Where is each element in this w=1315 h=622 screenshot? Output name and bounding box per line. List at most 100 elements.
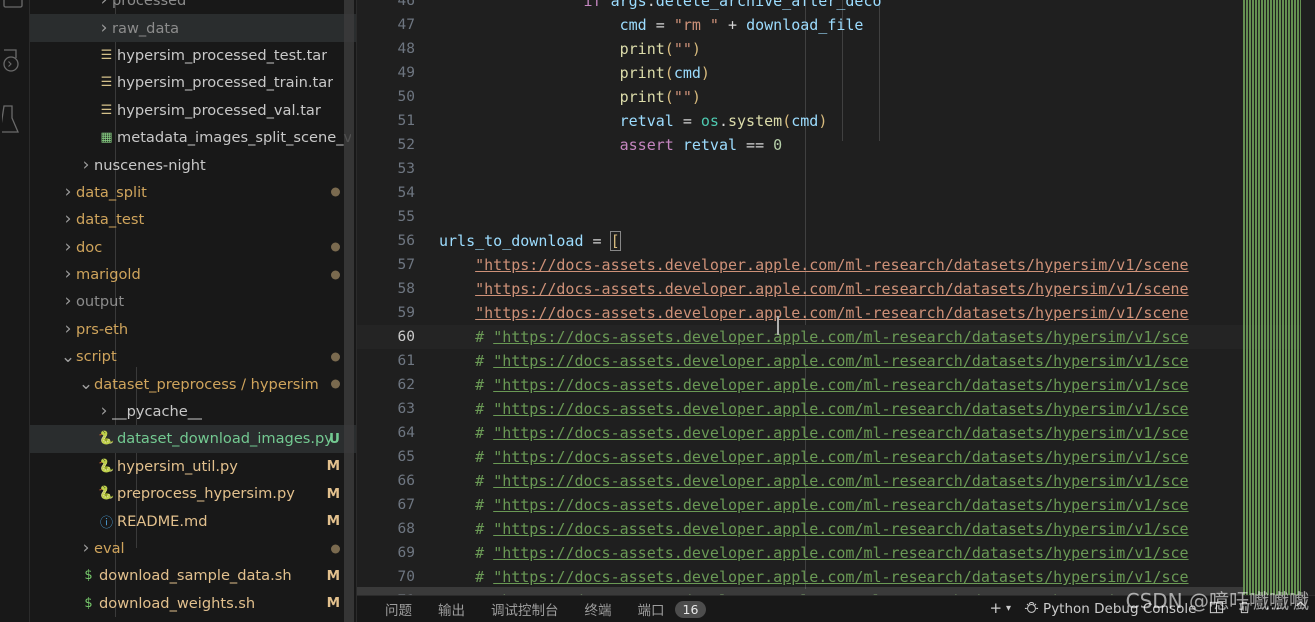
code-line[interactable]: 49 print(cmd) <box>357 61 1315 85</box>
chevron-down-icon[interactable]: ⌄ <box>60 348 76 365</box>
code-url-link[interactable]: "https://docs-assets.developer.apple.com… <box>493 376 1188 394</box>
code-line[interactable]: 67 # "https://docs-assets.developer.appl… <box>357 493 1315 517</box>
tree-folder-marigold[interactable]: › marigold <box>30 261 357 288</box>
code-line[interactable]: 56 urls_to_download = [ <box>357 229 1315 253</box>
tree-folder-doc[interactable]: › doc <box>30 234 357 261</box>
tree-file-preprocess-hypersim-py[interactable]: 🐍 preprocess_hypersim.py M <box>30 480 357 507</box>
chevron-right-icon[interactable]: › <box>96 0 112 9</box>
code-line[interactable]: 65 # "https://docs-assets.developer.appl… <box>357 445 1315 469</box>
chevron-right-icon[interactable]: › <box>60 183 76 201</box>
tree-folder-data-test[interactable]: › data_test <box>30 206 357 233</box>
tree-folder-processed[interactable]: › processed <box>30 0 357 14</box>
code-line[interactable]: 66 # "https://docs-assets.developer.appl… <box>357 469 1315 493</box>
code-line[interactable]: 57 "https://docs-assets.developer.apple.… <box>357 253 1315 277</box>
code-url-link[interactable]: "https://docs-assets.developer.apple.com… <box>493 496 1188 514</box>
tree-file-hypersim-processed-val-tar[interactable]: ☰ hypersim_processed_val.tar <box>30 97 357 124</box>
code-line[interactable]: 60 # "https://docs-assets.developer.appl… <box>357 325 1315 349</box>
code-url-link[interactable]: "https://docs-assets.developer.apple.com… <box>493 568 1188 586</box>
panel-tab-output[interactable]: 输出 <box>438 599 465 619</box>
tree-folder-prs-eth[interactable]: › prs-eth <box>30 316 357 343</box>
testing-flask-icon[interactable] <box>0 104 28 142</box>
code-line[interactable]: 46 if args.delete_archive_after_deco <box>357 0 1315 13</box>
tree-file-download-sample-data-sh[interactable]: $ download_sample_data.sh M <box>30 562 357 589</box>
code-line[interactable]: 53 <box>357 157 1315 181</box>
chevron-right-icon[interactable]: › <box>60 266 76 283</box>
code-line[interactable]: 69 # "https://docs-assets.developer.appl… <box>357 541 1315 565</box>
code-line[interactable]: 51 retval = os.system(cmd) <box>357 109 1315 133</box>
chevron-right-icon[interactable]: › <box>60 320 76 338</box>
code-line[interactable]: 52 assert retval == 0 <box>357 133 1315 157</box>
panel-tabs[interactable]: 问题 输出 调试控制台 终端 端口 16 <box>357 599 732 619</box>
code-url-link[interactable]: "https://docs-assets.developer.apple.com… <box>493 424 1188 442</box>
explorer-sidebar[interactable]: › processed › raw_data ☰ hypersim_processed_t… <box>30 0 357 622</box>
code-line[interactable]: 58 "https://docs-assets.developer.apple.… <box>357 277 1315 301</box>
minimap[interactable] <box>1243 0 1301 595</box>
panel-tab-debug-console[interactable]: 调试控制台 <box>491 599 559 619</box>
code-line[interactable]: 55 <box>357 205 1315 229</box>
split-panel-icon[interactable] <box>1209 600 1224 618</box>
code-line[interactable]: 59 "https://docs-assets.developer.apple.… <box>357 301 1315 325</box>
code-url-link[interactable]: "https://docs-assets.developer.apple.com… <box>475 256 1188 274</box>
panel-tab-terminal[interactable]: 终端 <box>585 599 612 619</box>
code-lines[interactable]: 46 if args.delete_archive_after_deco 47 c… <box>357 0 1315 595</box>
code-line[interactable]: 48 print("") <box>357 37 1315 61</box>
tree-file-dataset-download-images-py[interactable]: 🐍 dataset_download_images.py U <box>30 425 357 453</box>
tree-folder-data-split[interactable]: › data_split <box>30 179 357 206</box>
file-tree[interactable]: › processed › raw_data ☰ hypersim_processed_t… <box>30 0 357 617</box>
panel-tab-problems[interactable]: 问题 <box>385 599 412 619</box>
panel-actions[interactable]: + ▾ Python Debug Console ⋯ ^ <box>989 595 1307 622</box>
code-url-link[interactable]: "https://docs-assets.developer.apple.com… <box>475 304 1188 322</box>
tree-folder-eval[interactable]: › eval <box>30 535 357 562</box>
tree-file-hypersim-util-py[interactable]: 🐍 hypersim_util.py M <box>30 453 357 480</box>
active-session[interactable]: Python Debug Console <box>1024 600 1196 618</box>
tree-file-hypersim-processed-train-tar[interactable]: ☰ hypersim_processed_train.tar <box>30 69 357 96</box>
code-url-link[interactable]: "https://docs-assets.developer.apple.com… <box>493 448 1188 466</box>
code-line[interactable]: 47 cmd = "rm " + download_file <box>357 13 1315 37</box>
code-url-link[interactable]: "https://docs-assets.developer.apple.com… <box>493 544 1188 562</box>
code-url-link[interactable]: "https://docs-assets.developer.apple.com… <box>493 352 1188 370</box>
code-line[interactable]: 70 # "https://docs-assets.developer.appl… <box>357 565 1315 589</box>
code-url-link[interactable]: "https://docs-assets.developer.apple.com… <box>475 280 1188 298</box>
sidebar-scrollbar[interactable] <box>344 0 354 622</box>
editor-horizontal-scrollbar[interactable] <box>357 587 1243 595</box>
chevron-down-icon[interactable]: ▾ <box>1006 603 1011 614</box>
tree-file-hypersim-processed-test-tar[interactable]: ☰ hypersim_processed_test.tar <box>30 42 357 69</box>
code-line[interactable]: 68 # "https://docs-assets.developer.appl… <box>357 517 1315 541</box>
tree-folder-nuscenes-night[interactable]: › nuscenes-night <box>30 151 357 178</box>
code-line[interactable]: 50 print("") <box>357 85 1315 109</box>
chevron-down-icon[interactable]: ⌄ <box>78 375 94 392</box>
code-line[interactable]: 63 # "https://docs-assets.developer.appl… <box>357 397 1315 421</box>
chevron-right-icon[interactable]: › <box>78 156 94 174</box>
tree-folder-dataset-preprocess-hypersim[interactable]: ⌄ dataset_preprocess / hypersim <box>30 370 357 397</box>
code-line[interactable]: 62 # "https://docs-assets.developer.appl… <box>357 373 1315 397</box>
window-icon[interactable] <box>2 0 26 20</box>
code-url-link[interactable]: "https://docs-assets.developer.apple.com… <box>493 520 1188 538</box>
chevron-right-icon[interactable]: › <box>60 211 76 228</box>
code-line[interactable]: 54 <box>357 181 1315 205</box>
tree-folder-script[interactable]: ⌄ script <box>30 343 357 370</box>
chevron-up-icon[interactable]: ^ <box>1294 601 1307 616</box>
code-line[interactable]: 64 # "https://docs-assets.developer.appl… <box>357 421 1315 445</box>
code-url-link[interactable]: "https://docs-assets.developer.apple.com… <box>493 400 1188 418</box>
tree-folder--pycache-[interactable]: › __pycache__ <box>30 398 357 425</box>
plus-icon[interactable]: + <box>989 601 1002 616</box>
trash-icon[interactable] <box>1237 600 1252 618</box>
tree-file-metadata-images-split-scene-v1-csv[interactable]: ▦metadata_images_split_scene_v1.csv <box>30 124 357 151</box>
chevron-right-icon[interactable]: › <box>78 540 94 557</box>
code-url-link[interactable]: "https://docs-assets.developer.apple.com… <box>493 472 1188 490</box>
tree-folder-output[interactable]: › output <box>30 288 357 315</box>
chevron-right-icon[interactable]: › <box>60 293 76 310</box>
code-url-link[interactable]: "https://docs-assets.developer.apple.com… <box>493 328 1188 346</box>
ellipsis-icon[interactable]: ⋯ <box>1265 601 1281 616</box>
panel-tab-ports[interactable]: 端口 16 <box>638 599 707 619</box>
code-line[interactable]: 61 # "https://docs-assets.developer.appl… <box>357 349 1315 373</box>
code-editor[interactable]: 46 if args.delete_archive_after_deco 47 c… <box>357 0 1315 622</box>
remote-explorer-icon[interactable] <box>2 48 28 78</box>
chevron-right-icon[interactable]: › <box>96 19 112 37</box>
tree-folder-raw-data[interactable]: › raw_data <box>30 14 357 42</box>
new-terminal-button[interactable]: + ▾ <box>989 601 1011 616</box>
chevron-right-icon[interactable]: › <box>60 238 76 256</box>
chevron-right-icon[interactable]: › <box>96 403 112 420</box>
tree-file-readme-md[interactable]: ⓘ README.md M <box>30 507 357 534</box>
editor-vertical-scrollbar[interactable] <box>1301 0 1315 595</box>
